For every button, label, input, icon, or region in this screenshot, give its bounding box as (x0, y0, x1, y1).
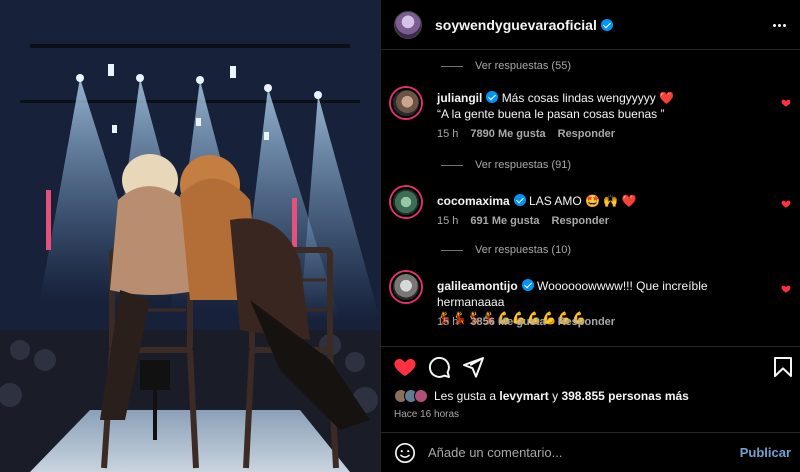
view-replies-label: Ver respuestas (55) (475, 60, 571, 72)
comment-time: 15 h (437, 316, 459, 328)
commenter-avatar[interactable] (391, 187, 421, 217)
verified-badge-icon (513, 194, 526, 206)
comment-input[interactable] (428, 445, 718, 460)
comment-likes[interactable]: 7890 Me gusta (470, 128, 545, 140)
comment-meta: 15 h 691 Me gusta Responder (437, 215, 609, 227)
replies-divider (441, 65, 463, 67)
emoji-icon[interactable] (394, 442, 416, 464)
comment-likes[interactable]: 691 Me gusta (470, 215, 539, 227)
heart-icon[interactable] (393, 355, 417, 379)
author-username[interactable]: soywendyguevaraoficial (435, 17, 613, 33)
view-replies-label: Ver respuestas (10) (475, 244, 571, 256)
comment-likes[interactable]: 3856 Me gusta (470, 316, 545, 328)
concert-photo-illustration (0, 0, 380, 472)
likes-summary[interactable]: Les gusta a levymart y 398.855 personas … (394, 389, 689, 403)
comment-time: 15 h (437, 215, 459, 227)
commenter-avatar[interactable] (391, 272, 421, 302)
liker-username[interactable]: levymart (499, 389, 548, 403)
comment-meta: 15 h 7890 Me gusta Responder (437, 128, 615, 140)
commenter-avatar[interactable] (391, 88, 421, 118)
liker-avatar (414, 389, 428, 403)
comment-heart-icon[interactable] (781, 284, 791, 294)
comment-time: 15 h (437, 128, 459, 140)
post-photo[interactable] (0, 0, 380, 472)
comment-heart-icon[interactable] (781, 199, 791, 209)
action-bar (381, 346, 800, 386)
post-header: soywendyguevaraoficial (381, 0, 800, 50)
comment-body: juliangil Más cosas lindas wengyyyyy ❤️ … (437, 90, 767, 122)
post-time: Hace 16 horas (394, 409, 460, 420)
comment-username[interactable]: galileamontijo (437, 279, 518, 293)
comments-list[interactable]: Ver respuestas (55) juliangil Más cosas … (381, 50, 800, 346)
comment-text-line2: “A la gente buena le pasan cosas buenas … (437, 107, 665, 121)
bookmark-icon[interactable] (771, 355, 795, 379)
verified-badge-icon (521, 279, 534, 291)
comment-username[interactable]: juliangil (437, 91, 482, 105)
likes-count[interactable]: 398.855 personas más (561, 389, 688, 403)
comment-meta: 15 h 3856 Me gusta Responder (437, 316, 615, 328)
reply-button[interactable]: Responder (558, 128, 615, 140)
comment-body: cocomaxima LAS AMO 🤩 🙌 ❤️ (437, 193, 767, 209)
reply-button[interactable]: Responder (558, 316, 615, 328)
view-replies-link[interactable]: Ver respuestas (55) (441, 60, 571, 72)
post-detail-panel: soywendyguevaraoficial Ver respuestas (5… (380, 0, 800, 472)
comment-text: Más cosas lindas wengyyyyy ❤️ (501, 91, 675, 105)
view-replies-label: Ver respuestas (91) (475, 159, 571, 171)
share-icon[interactable] (461, 355, 485, 379)
author-avatar[interactable] (394, 10, 422, 39)
view-replies-link[interactable]: Ver respuestas (10) (441, 244, 571, 256)
view-replies-link[interactable]: Ver respuestas (91) (441, 159, 571, 171)
replies-divider (441, 249, 463, 251)
more-options-icon[interactable] (769, 15, 789, 35)
comment-text: LAS AMO 🤩 🙌 ❤️ (529, 194, 637, 208)
comment-composer: Publicar (381, 432, 800, 472)
comment-heart-icon[interactable] (781, 98, 791, 108)
verified-badge-icon (600, 18, 613, 31)
publish-button[interactable]: Publicar (740, 445, 791, 460)
reply-button[interactable]: Responder (552, 215, 609, 227)
replies-divider (441, 164, 463, 166)
verified-badge-icon (486, 91, 499, 103)
comment-username[interactable]: cocomaxima (437, 194, 510, 208)
likes-text: Les gusta a levymart y 398.855 personas … (434, 389, 689, 403)
comment-icon[interactable] (427, 355, 451, 379)
